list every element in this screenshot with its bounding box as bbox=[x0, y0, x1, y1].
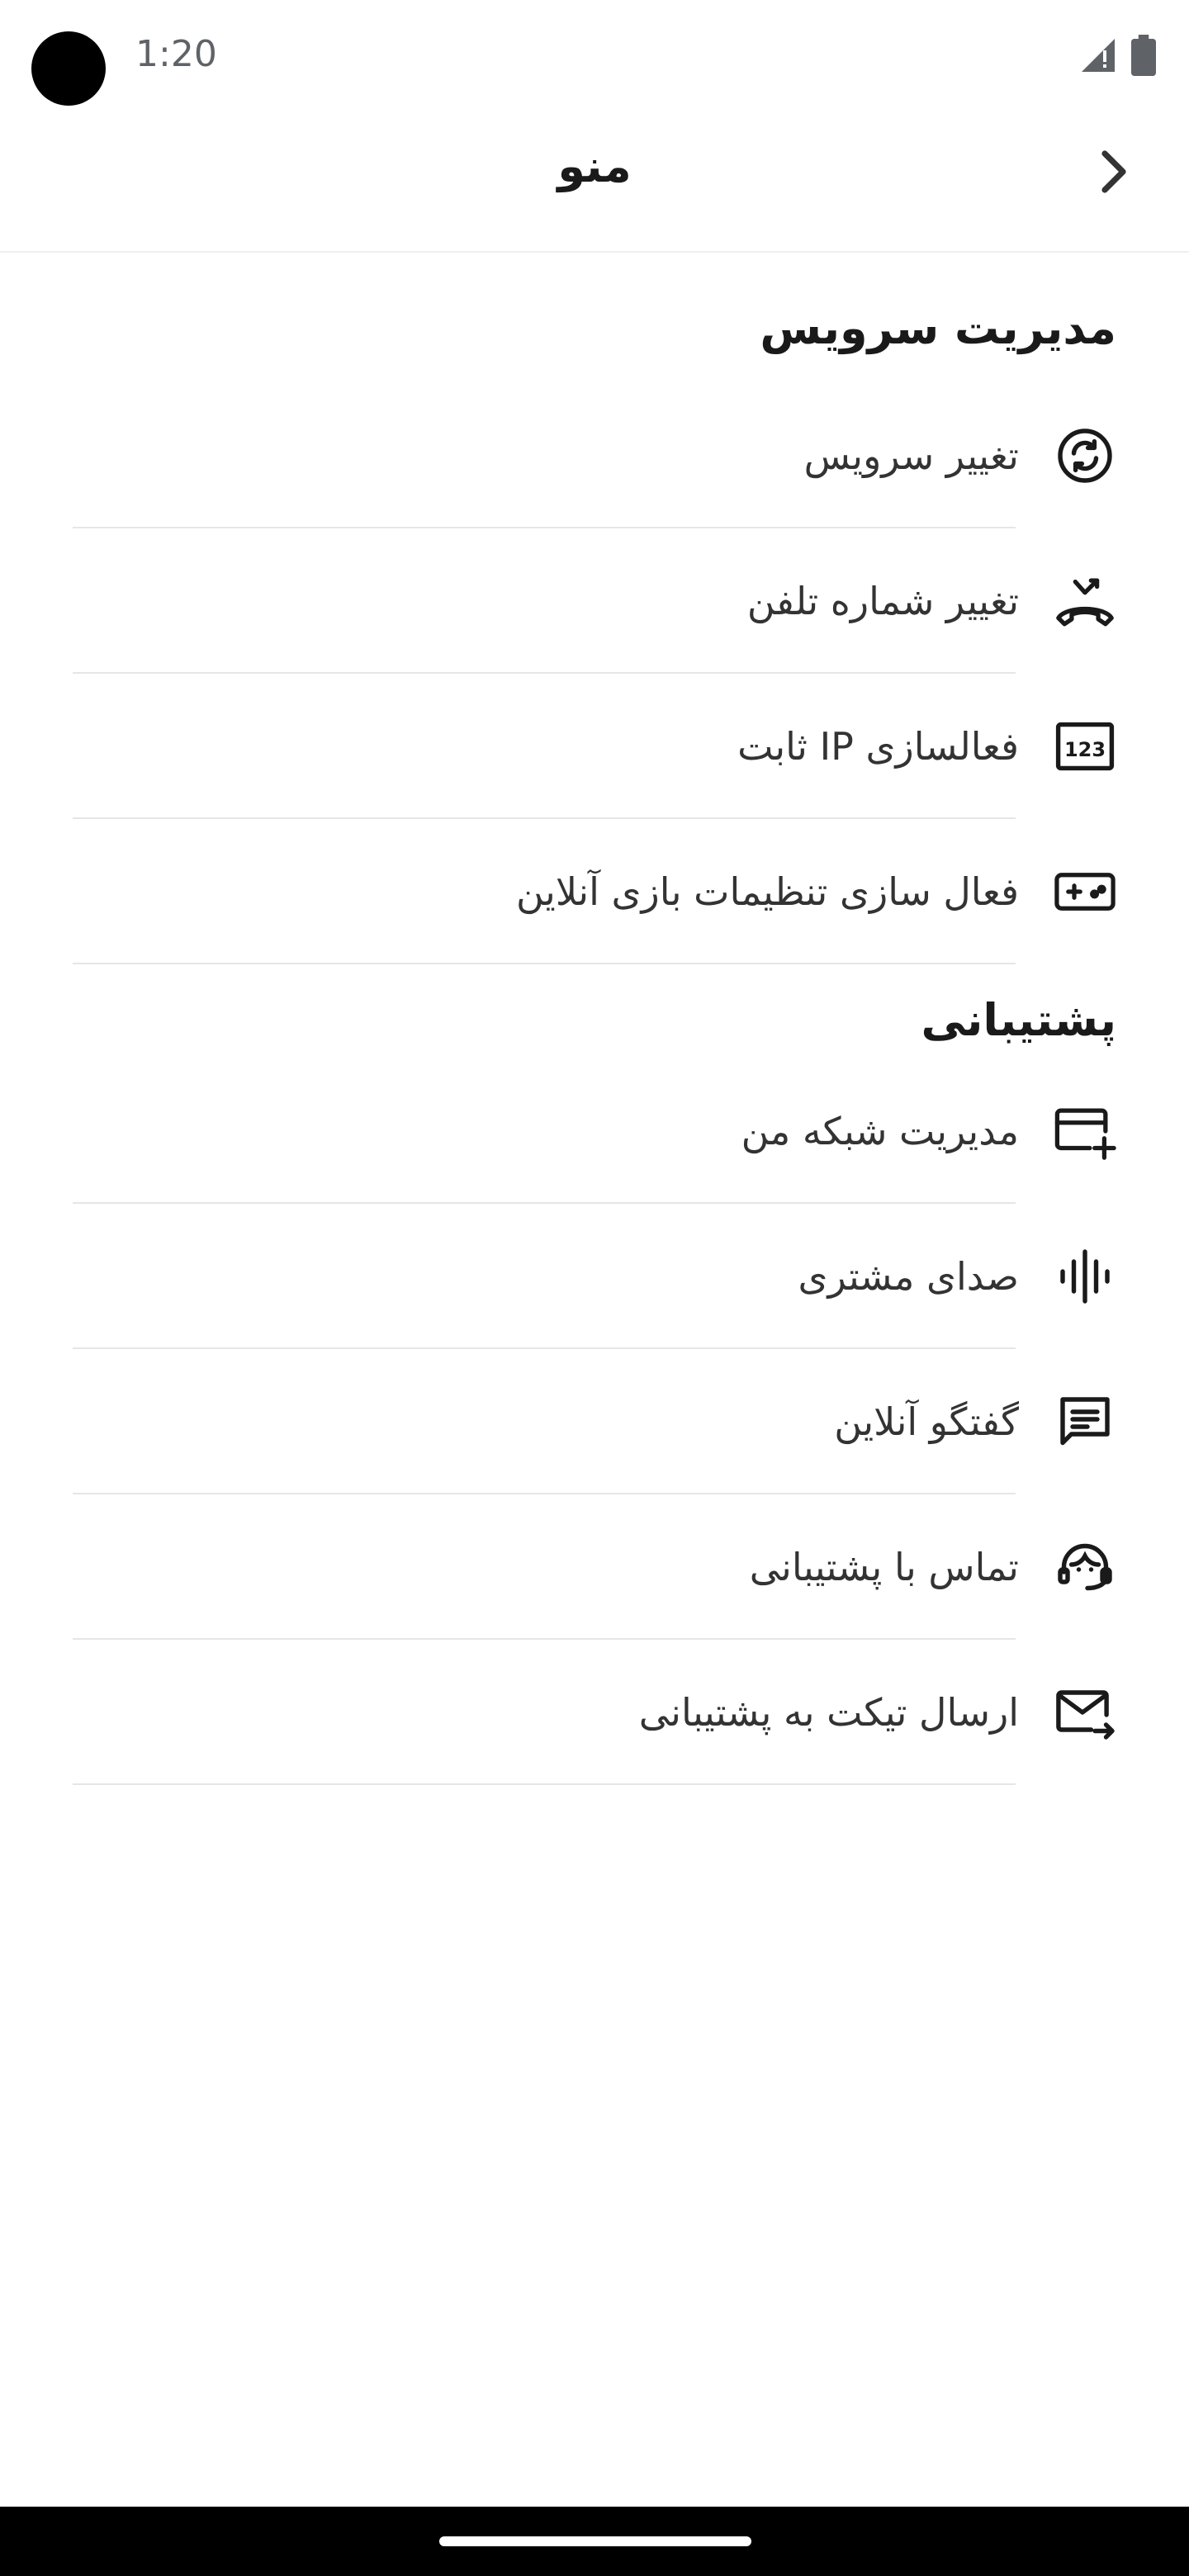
menu-item-label: تغییر سرویس bbox=[803, 433, 1019, 478]
gamepad-icon bbox=[1054, 860, 1116, 923]
chat-icon bbox=[1054, 1390, 1116, 1453]
menu-item-my-network-management[interactable]: مدیریت شبکه من bbox=[73, 1058, 1116, 1204]
back-button[interactable] bbox=[1090, 140, 1139, 206]
menu-item-label: تغییر شماره تلفن bbox=[746, 579, 1019, 623]
menu-item-customer-voice[interactable]: صدای مشتری bbox=[73, 1204, 1116, 1349]
chevron-right-icon bbox=[1098, 149, 1131, 198]
menu-item-label: مدیریت شبکه من bbox=[741, 1109, 1019, 1153]
status-time: 1:20 bbox=[135, 33, 217, 75]
menu-item-static-ip[interactable]: 123 فعالسازی IP ثابت bbox=[73, 674, 1116, 819]
numbers-123-icon: 123 bbox=[1054, 715, 1116, 778]
menu-item-online-gaming-settings[interactable]: فعال سازی تنظیمات بازی آنلاین bbox=[73, 819, 1116, 964]
menu-item-online-chat[interactable]: گفتگو آنلاین bbox=[73, 1349, 1116, 1494]
section-title-support: پشتیبانی bbox=[921, 994, 1116, 1046]
app-header: منو bbox=[0, 116, 1189, 253]
phone-change-icon bbox=[1054, 570, 1116, 632]
menu-item-label: تماس با پشتیبانی bbox=[749, 1545, 1019, 1589]
section-title-service-management: مدیریت سرویس bbox=[760, 302, 1116, 354]
divider bbox=[73, 1783, 1016, 1785]
status-icons bbox=[1078, 35, 1156, 76]
sync-icon bbox=[1054, 424, 1116, 487]
battery-icon bbox=[1131, 35, 1156, 76]
mail-send-icon bbox=[1054, 1681, 1116, 1744]
menu-item-label: ارسال تیکت به پشتیبانی bbox=[638, 1690, 1019, 1735]
menu-item-label: فعال سازی تنظیمات بازی آنلاین bbox=[516, 869, 1019, 914]
camera-cutout bbox=[31, 31, 106, 106]
menu-item-label: گفتگو آنلاین bbox=[834, 1399, 1019, 1444]
home-indicator[interactable] bbox=[439, 2536, 751, 2546]
support-agent-icon bbox=[1054, 1536, 1116, 1598]
status-bar: 1:20 bbox=[0, 0, 1189, 116]
menu-item-contact-support[interactable]: تماس با پشتیبانی bbox=[73, 1494, 1116, 1640]
menu-item-label: فعالسازی IP ثابت bbox=[737, 724, 1019, 769]
svg-text:123: 123 bbox=[1064, 738, 1106, 761]
signal-icon bbox=[1078, 36, 1118, 75]
system-nav-bar bbox=[0, 2507, 1189, 2576]
divider bbox=[73, 963, 1016, 964]
menu-item-change-phone-number[interactable]: تغییر شماره تلفن bbox=[73, 528, 1116, 674]
page-title: منو bbox=[557, 140, 632, 192]
menu-item-change-service[interactable]: تغییر سرویس bbox=[73, 383, 1116, 528]
card-add-icon bbox=[1054, 1100, 1116, 1163]
menu-item-send-ticket[interactable]: ارسال تیکت به پشتیبانی bbox=[73, 1640, 1116, 1785]
voice-wave-icon bbox=[1054, 1245, 1116, 1308]
menu-item-label: صدای مشتری bbox=[798, 1254, 1019, 1299]
